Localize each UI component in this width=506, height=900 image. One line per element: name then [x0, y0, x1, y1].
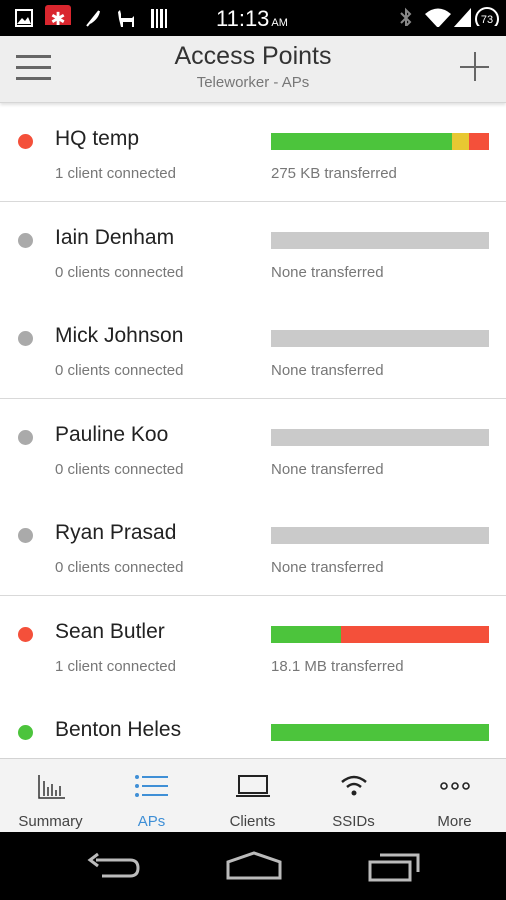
usage-segment-red — [340, 626, 489, 643]
svg-text:73: 73 — [481, 14, 493, 26]
ap-row[interactable]: Iain Denham 0 clients connected None trans… — [0, 202, 506, 301]
llama-icon — [118, 10, 134, 27]
ap-row[interactable]: HQ temp 1 client connected 275 KB transfer… — [0, 103, 506, 202]
svg-text:✱: ✱ — [50, 9, 65, 25]
ap-clients-count: 0 clients connected — [55, 362, 184, 379]
ap-name: Iain Denham — [55, 226, 175, 249]
status-dot — [18, 627, 33, 642]
tab-bar: Summary APs Clients SSIDs More — [0, 758, 506, 833]
usage-bar — [271, 232, 489, 249]
cell-signal-icon — [453, 8, 471, 27]
page-title: Access Points — [174, 42, 332, 70]
tab-label: Clients — [229, 813, 276, 830]
ap-row[interactable]: Mick Johnson 0 clients connected None tran… — [0, 300, 506, 399]
usage-bar — [271, 429, 489, 446]
ap-name: Benton Heles — [55, 718, 182, 741]
ap-name: HQ temp — [55, 127, 140, 150]
wifi-signal-icon — [425, 8, 451, 27]
ap-name: Pauline Koo — [55, 423, 169, 446]
barcode-icon — [151, 9, 167, 28]
usage-bar — [271, 330, 489, 347]
bar-chart-icon — [37, 775, 65, 799]
ap-row[interactable]: Benton Heles — [0, 694, 506, 758]
tab-aps[interactable]: APs — [101, 759, 202, 833]
usage-bar — [271, 724, 489, 741]
access-point-list[interactable]: HQ temp 1 client connected 275 KB transfer… — [0, 103, 506, 758]
status-dot — [18, 331, 33, 346]
list-icon — [134, 775, 168, 797]
ap-name: Mick Johnson — [55, 324, 184, 347]
ap-name: Ryan Prasad — [55, 521, 177, 544]
ap-transfer: None transferred — [271, 461, 384, 478]
status-dot — [18, 233, 33, 248]
tab-clients[interactable]: Clients — [202, 759, 303, 833]
status-dot — [18, 528, 33, 543]
app-header: Access Points Teleworker - APs — [0, 36, 506, 103]
ap-clients-count: 1 client connected — [55, 165, 176, 182]
tab-label: Summary — [18, 813, 83, 830]
ap-row[interactable]: Ryan Prasad 0 clients connected None trans… — [0, 497, 506, 596]
bluetooth-icon — [400, 7, 412, 26]
back-icon[interactable] — [84, 850, 144, 882]
tab-label: SSIDs — [332, 813, 375, 830]
status-dot — [18, 134, 33, 149]
recent-apps-icon[interactable] — [366, 850, 426, 882]
ap-transfer: 18.1 MB transferred — [271, 658, 404, 675]
tab-more[interactable]: More — [404, 759, 505, 833]
ap-row[interactable]: Sean Butler 1 client connected 18.1 MB tra… — [0, 596, 506, 695]
add-button[interactable] — [460, 52, 490, 82]
page-subtitle: Teleworker - APs — [196, 74, 310, 91]
ap-clients-count: 0 clients connected — [55, 559, 184, 576]
tab-summary[interactable]: Summary — [0, 759, 101, 833]
ap-clients-count: 0 clients connected — [55, 461, 184, 478]
status-bar: ✱ 11:13 AM 73 — [0, 0, 506, 36]
usage-segment-green — [271, 724, 489, 741]
ap-clients-count: 1 client connected — [55, 658, 176, 675]
tab-ssids[interactable]: SSIDs — [303, 759, 404, 833]
ap-transfer: None transferred — [271, 559, 384, 576]
ap-name: Sean Butler — [55, 620, 165, 643]
wifi-icon — [340, 775, 367, 796]
ap-transfer: 275 KB transferred — [271, 165, 397, 182]
ap-transfer: None transferred — [271, 264, 384, 281]
system-nav-bar — [0, 832, 506, 900]
status-dot — [18, 725, 33, 740]
ap-transfer: None transferred — [271, 362, 384, 379]
usage-segment-red — [469, 133, 489, 150]
home-icon[interactable] — [224, 850, 284, 882]
laptop-icon — [235, 775, 270, 797]
app-notification-icon: ✱ — [45, 5, 71, 25]
more-dots-icon — [439, 782, 470, 790]
battery-icon: 73 — [475, 7, 499, 26]
gallery-icon — [15, 9, 33, 27]
ap-row[interactable]: Pauline Koo 0 clients connected None trans… — [0, 399, 506, 498]
usage-bar — [271, 626, 489, 643]
usage-segment-green — [271, 626, 341, 643]
tab-label: More — [437, 813, 472, 830]
clock: 11:13 AM — [216, 6, 288, 31]
status-dot — [18, 430, 33, 445]
usage-segment-green — [271, 133, 452, 150]
ap-clients-count: 0 clients connected — [55, 264, 184, 281]
usage-bar — [271, 133, 489, 150]
usage-bar — [271, 527, 489, 544]
usage-segment-yellow — [451, 133, 470, 150]
feather-icon — [86, 10, 100, 27]
tab-label: APs — [137, 813, 166, 830]
